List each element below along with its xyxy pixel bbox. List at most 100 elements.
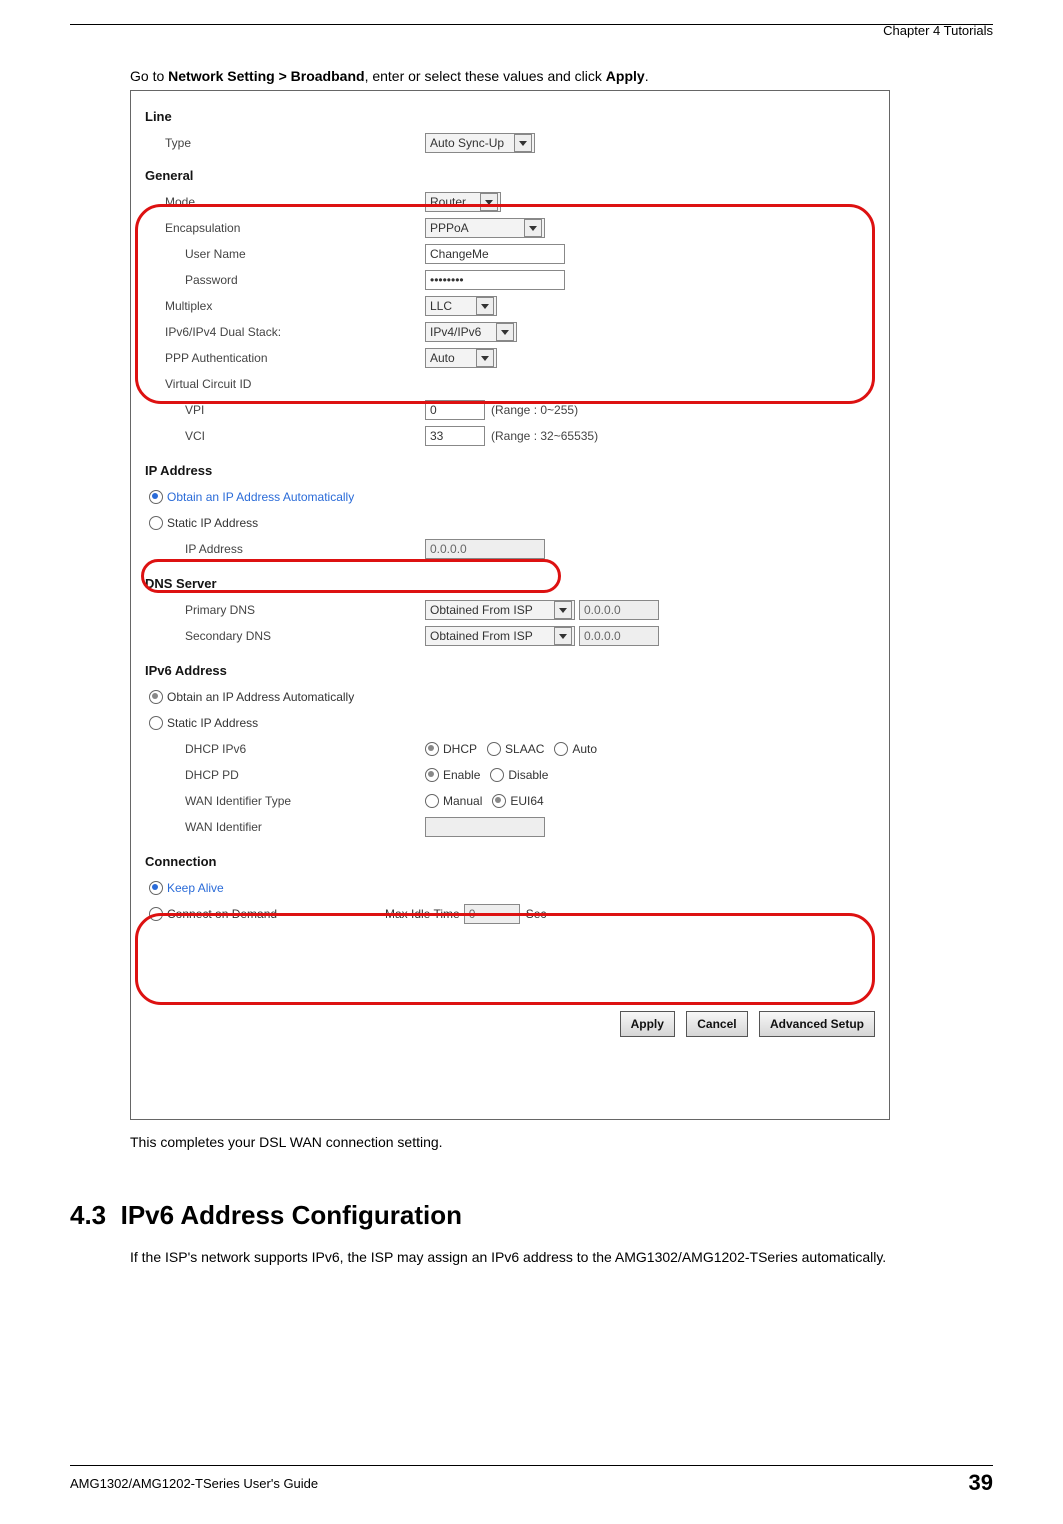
intro-pre: Go to (130, 68, 168, 84)
footer-guide: AMG1302/AMG1202-TSeries User's Guide (70, 1476, 318, 1491)
label-disable: Disable (508, 768, 548, 782)
radio-slaac[interactable] (487, 742, 501, 756)
caption-complete: This completes your DSL WAN connection s… (130, 1134, 993, 1150)
section-heading: 4.3 IPv6 Address Configuration (70, 1200, 993, 1231)
section-line: Line (145, 109, 875, 124)
chapter-header: Chapter 4 Tutorials (70, 23, 993, 38)
select-dualstack[interactable]: IPv4/IPv6 (425, 322, 517, 342)
select-dns-secondary-value: Obtained From ISP (430, 629, 533, 643)
chevron-down-icon (476, 349, 494, 367)
section-dns: DNS Server (145, 576, 875, 591)
section-para: If the ISP's network supports IPv6, the … (130, 1247, 963, 1267)
label-vci: VCI (145, 429, 425, 443)
label-multiplex: Multiplex (145, 299, 425, 313)
label-enable: Enable (443, 768, 480, 782)
label-keepalive: Keep Alive (167, 881, 224, 895)
radio-manual[interactable] (425, 794, 439, 808)
intro-path: Network Setting > Broadband (168, 68, 364, 84)
select-dns-secondary[interactable]: Obtained From ISP (425, 626, 575, 646)
select-multiplex-value: LLC (430, 299, 452, 313)
label-manual: Manual (443, 794, 482, 808)
section-ip: IP Address (145, 463, 875, 478)
intro-mid: , enter or select these values and click (365, 68, 606, 84)
label-ipv6-static: Static IP Address (167, 716, 258, 730)
advanced-button[interactable]: Advanced Setup (759, 1011, 875, 1037)
radio-ipv6-auto[interactable] (149, 690, 163, 704)
label-ondemand: Connect on Demand (167, 907, 385, 921)
range-vpi: (Range : 0~255) (491, 403, 578, 417)
input-vpi[interactable]: 0 (425, 400, 485, 420)
chevron-down-icon (524, 219, 542, 237)
radio-ip-static[interactable] (149, 516, 163, 530)
select-pppauth-value: Auto (430, 351, 455, 365)
radio-eui64[interactable] (492, 794, 506, 808)
input-ipaddr[interactable]: 0.0.0.0 (425, 539, 545, 559)
chevron-down-icon (514, 134, 532, 152)
radio-disable[interactable] (490, 768, 504, 782)
label-encap: Encapsulation (145, 221, 425, 235)
footer-page: 39 (969, 1470, 993, 1496)
radio-ipv6-static[interactable] (149, 716, 163, 730)
select-mode-value: Router (430, 195, 466, 209)
input-password[interactable]: •••••••• (425, 270, 565, 290)
select-mode[interactable]: Router (425, 192, 501, 212)
cancel-button[interactable]: Cancel (686, 1011, 747, 1037)
radio-auto[interactable] (554, 742, 568, 756)
apply-button[interactable]: Apply (620, 1011, 675, 1037)
label-password: Password (145, 273, 425, 287)
intro-sentence: Go to Network Setting > Broadband, enter… (130, 68, 983, 84)
select-type-value: Auto Sync-Up (430, 136, 504, 150)
section-general: General (145, 168, 875, 183)
radio-keepalive[interactable] (149, 881, 163, 895)
chevron-down-icon (480, 193, 498, 211)
label-vcid: Virtual Circuit ID (145, 377, 425, 391)
label-maxidle: Max Idle Time (385, 907, 460, 921)
intro-apply: Apply (606, 68, 645, 84)
radio-dhcp[interactable] (425, 742, 439, 756)
label-slaac: SLAAC (505, 742, 544, 756)
chevron-down-icon (554, 627, 572, 645)
select-dns-primary[interactable]: Obtained From ISP (425, 600, 575, 620)
label-dns-primary: Primary DNS (145, 603, 425, 617)
label-pppauth: PPP Authentication (145, 351, 425, 365)
select-type[interactable]: Auto Sync-Up (425, 133, 535, 153)
chevron-down-icon (496, 323, 514, 341)
chevron-down-icon (476, 297, 494, 315)
radio-ondemand[interactable] (149, 907, 163, 921)
input-wan-identifier[interactable] (425, 817, 545, 837)
section-connection: Connection (145, 854, 875, 869)
select-encap-value: PPPoA (430, 221, 469, 235)
select-pppauth[interactable]: Auto (425, 348, 497, 368)
chevron-down-icon (554, 601, 572, 619)
label-dns-secondary: Secondary DNS (145, 629, 425, 643)
label-sec: Sec (526, 907, 547, 921)
input-username[interactable]: ChangeMe (425, 244, 565, 264)
label-ip-auto: Obtain an IP Address Automatically (167, 490, 354, 504)
section-ipv6: IPv6 Address (145, 663, 875, 678)
label-dhcppd: DHCP PD (145, 768, 425, 782)
input-vci[interactable]: 33 (425, 426, 485, 446)
label-username: User Name (145, 247, 425, 261)
label-ipv6-auto: Obtain an IP Address Automatically (167, 690, 354, 704)
select-encap[interactable]: PPPoA (425, 218, 545, 238)
label-ipaddr: IP Address (145, 542, 425, 556)
label-dhcpipv6: DHCP IPv6 (145, 742, 425, 756)
section-number: 4.3 (70, 1200, 106, 1230)
label-vpi: VPI (145, 403, 425, 417)
range-vci: (Range : 32~65535) (491, 429, 598, 443)
input-maxidle[interactable]: 0 (464, 904, 520, 924)
section-title: IPv6 Address Configuration (121, 1200, 462, 1230)
label-eui64: EUI64 (510, 794, 543, 808)
input-dns-secondary-ip[interactable]: 0.0.0.0 (579, 626, 659, 646)
label-dhcp: DHCP (443, 742, 477, 756)
label-type: Type (145, 136, 425, 150)
radio-ip-auto[interactable] (149, 490, 163, 504)
radio-enable[interactable] (425, 768, 439, 782)
intro-end: . (645, 68, 649, 84)
label-ip-static: Static IP Address (167, 516, 258, 530)
label-mode: Mode (145, 195, 425, 209)
label-wan-identifier: WAN Identifier (145, 820, 425, 834)
select-multiplex[interactable]: LLC (425, 296, 497, 316)
label-auto: Auto (572, 742, 597, 756)
input-dns-primary-ip[interactable]: 0.0.0.0 (579, 600, 659, 620)
